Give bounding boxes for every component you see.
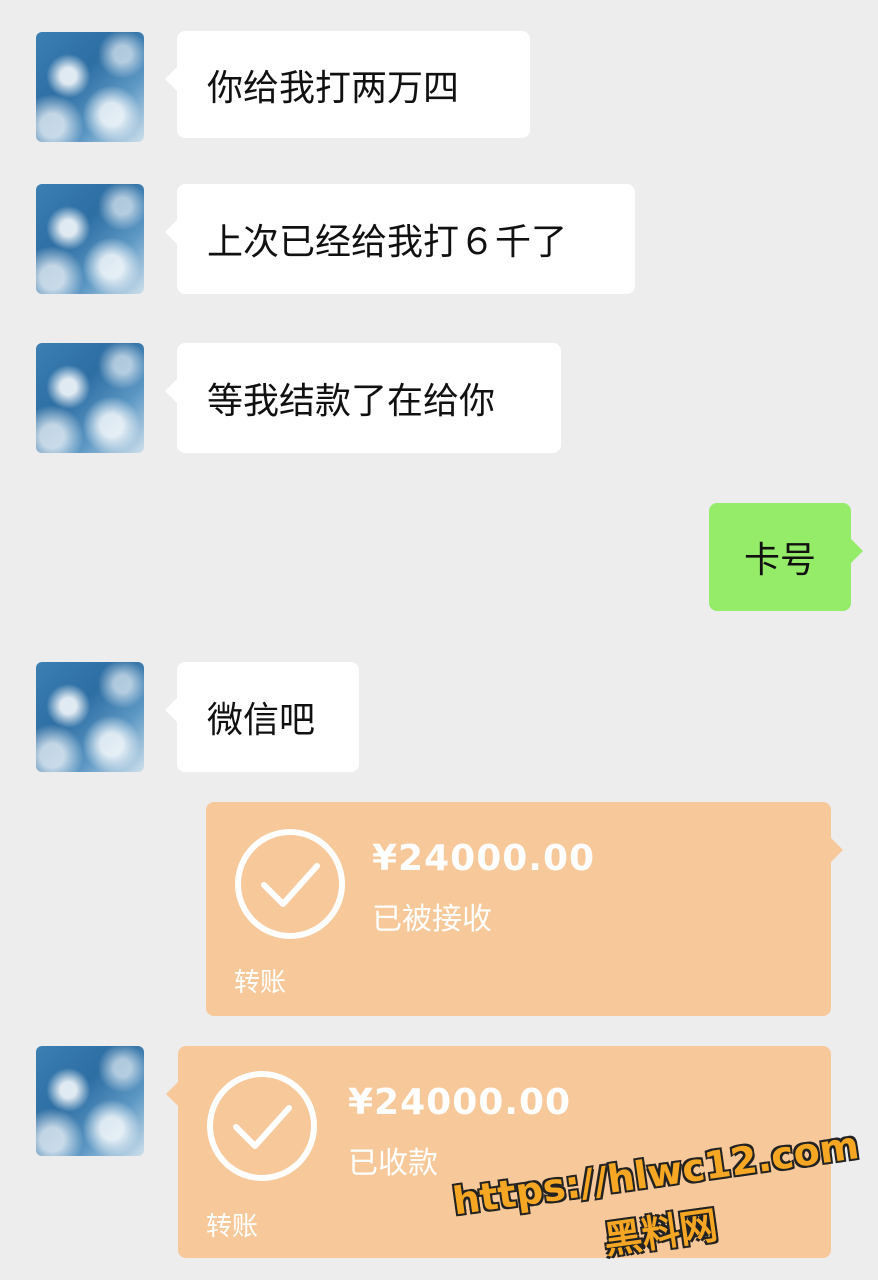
message-text: 上次已经给我打６千了 [207, 222, 568, 263]
incoming-message[interactable]: 上次已经给我打６千了 [165, 184, 635, 294]
contact-avatar[interactable] [36, 343, 144, 453]
incoming-message[interactable]: 等我结款了在给你 [165, 343, 561, 453]
check-circle-icon [235, 829, 345, 939]
transfer-type-label: 转账 [206, 1212, 259, 1242]
incoming-message[interactable]: 微信吧 [165, 662, 359, 772]
contact-avatar[interactable] [36, 662, 144, 772]
transfer-status: 已被接收 [372, 902, 492, 937]
message-text: 卡号 [743, 540, 816, 581]
message-text: 微信吧 [207, 700, 316, 741]
transfer-type-label: 转账 [234, 968, 287, 998]
contact-avatar[interactable] [36, 184, 144, 294]
contact-avatar[interactable] [36, 1046, 144, 1156]
transfer-status: 已收款 [348, 1146, 438, 1181]
outgoing-message[interactable]: 卡号 [709, 503, 863, 611]
transfer-card[interactable]: ¥24000.00 已被接收 转账 [206, 802, 843, 1016]
check-circle-icon [207, 1071, 317, 1181]
contact-avatar[interactable] [36, 32, 144, 142]
message-text: 等我结款了在给你 [207, 381, 496, 422]
transfer-amount: ¥24000.00 [348, 1082, 572, 1123]
transfer-amount: ¥24000.00 [372, 838, 596, 879]
incoming-message[interactable]: 你给我打两万四 [165, 31, 530, 138]
message-text: 你给我打两万四 [207, 67, 460, 109]
